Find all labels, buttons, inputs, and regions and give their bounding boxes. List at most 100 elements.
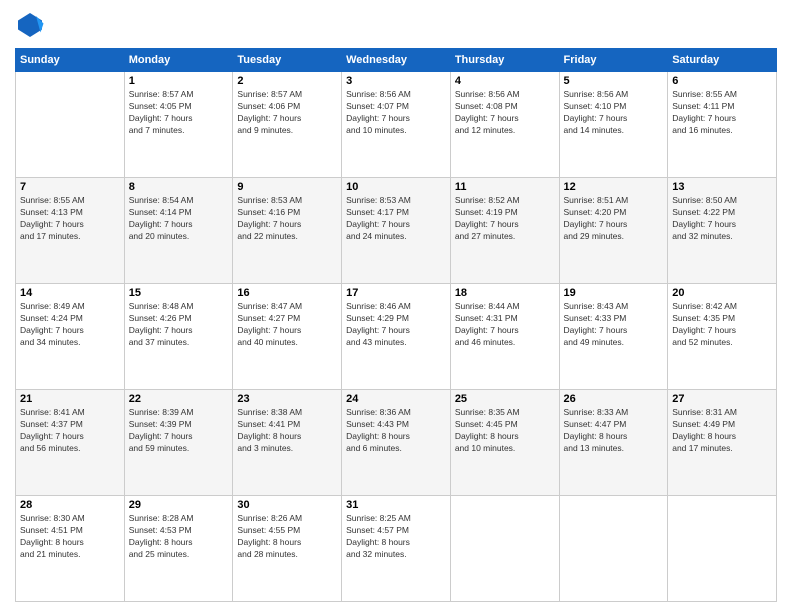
day-number: 7: [20, 181, 120, 193]
day-info: Sunrise: 8:43 AM Sunset: 4:33 PM Dayligh…: [564, 301, 664, 349]
day-of-week-header: Sunday: [16, 49, 125, 72]
calendar-week-row: 28Sunrise: 8:30 AM Sunset: 4:51 PM Dayli…: [16, 496, 777, 602]
calendar-cell: 25 Sunrise: 8:35 AM Sunset: 4:45 PM Dayli…: [450, 390, 559, 496]
calendar-cell: 8Sunrise: 8:54 AM Sunset: 4:14 PM Daylig…: [124, 178, 233, 284]
day-info: Sunrise: 8:53 AM Sunset: 4:16 PM Dayligh…: [237, 195, 337, 243]
calendar-cell: 15 Sunrise: 8:48 AM Sunset: 4:26 PM Dayli…: [124, 284, 233, 390]
calendar-week-row: 21Sunrise: 8:41 AM Sunset: 4:37 PM Dayli…: [16, 390, 777, 496]
day-info: Sunrise: 8:51 AM Sunset: 4:20 PM Dayligh…: [564, 195, 664, 243]
day-info: Sunrise: 8:48 AM Sunset: 4:26 PM Dayligh…: [129, 301, 229, 349]
day-number: 25: [455, 393, 555, 405]
day-of-week-header: Friday: [559, 49, 668, 72]
day-number: 10: [346, 181, 446, 193]
day-info: Sunrise: 8:26 AM Sunset: 4:55 PM Dayligh…: [237, 513, 337, 561]
calendar-cell: 30 Sunrise: 8:26 AM Sunset: 4:55 PM Dayli…: [233, 496, 342, 602]
day-of-week-header: Tuesday: [233, 49, 342, 72]
calendar-cell: 10 Sunrise: 8:53 AM Sunset: 4:17 PM Dayli…: [342, 178, 451, 284]
day-number: 19: [564, 287, 664, 299]
header: [15, 10, 777, 40]
day-number: 11: [455, 181, 555, 193]
day-number: 5: [564, 75, 664, 87]
day-info: Sunrise: 8:55 AM Sunset: 4:11 PM Dayligh…: [672, 89, 772, 137]
day-info: Sunrise: 8:33 AM Sunset: 4:47 PM Dayligh…: [564, 407, 664, 455]
day-number: 31: [346, 499, 446, 511]
day-number: 18: [455, 287, 555, 299]
day-number: 20: [672, 287, 772, 299]
calendar-cell: 1Sunrise: 8:57 AM Sunset: 4:05 PM Daylig…: [124, 72, 233, 178]
calendar-cell: 2 Sunrise: 8:57 AM Sunset: 4:06 PM Daylig…: [233, 72, 342, 178]
day-number: 2: [237, 75, 337, 87]
day-info: Sunrise: 8:50 AM Sunset: 4:22 PM Dayligh…: [672, 195, 772, 243]
day-info: Sunrise: 8:38 AM Sunset: 4:41 PM Dayligh…: [237, 407, 337, 455]
day-number: 21: [20, 393, 120, 405]
logo: [15, 10, 49, 40]
day-info: Sunrise: 8:56 AM Sunset: 4:08 PM Dayligh…: [455, 89, 555, 137]
calendar-cell: 22Sunrise: 8:39 AM Sunset: 4:39 PM Dayli…: [124, 390, 233, 496]
calendar-cell: 11 Sunrise: 8:52 AM Sunset: 4:19 PM Dayli…: [450, 178, 559, 284]
day-number: 8: [129, 181, 229, 193]
day-info: Sunrise: 8:35 AM Sunset: 4:45 PM Dayligh…: [455, 407, 555, 455]
day-info: Sunrise: 8:49 AM Sunset: 4:24 PM Dayligh…: [20, 301, 120, 349]
calendar-cell: 4 Sunrise: 8:56 AM Sunset: 4:08 PM Daylig…: [450, 72, 559, 178]
calendar-cell: 12 Sunrise: 8:51 AM Sunset: 4:20 PM Dayli…: [559, 178, 668, 284]
day-number: 13: [672, 181, 772, 193]
day-number: 24: [346, 393, 446, 405]
day-number: 22: [129, 393, 229, 405]
calendar-cell: 31 Sunrise: 8:25 AM Sunset: 4:57 PM Dayli…: [342, 496, 451, 602]
day-number: 15: [129, 287, 229, 299]
day-info: Sunrise: 8:42 AM Sunset: 4:35 PM Dayligh…: [672, 301, 772, 349]
day-info: Sunrise: 8:36 AM Sunset: 4:43 PM Dayligh…: [346, 407, 446, 455]
day-info: Sunrise: 8:25 AM Sunset: 4:57 PM Dayligh…: [346, 513, 446, 561]
calendar-cell: 26Sunrise: 8:33 AM Sunset: 4:47 PM Dayli…: [559, 390, 668, 496]
calendar-cell: 28Sunrise: 8:30 AM Sunset: 4:51 PM Dayli…: [16, 496, 125, 602]
day-number: 30: [237, 499, 337, 511]
calendar-cell: 13 Sunrise: 8:50 AM Sunset: 4:22 PM Dayli…: [668, 178, 777, 284]
calendar-cell: 19 Sunrise: 8:43 AM Sunset: 4:33 PM Dayli…: [559, 284, 668, 390]
day-info: Sunrise: 8:56 AM Sunset: 4:10 PM Dayligh…: [564, 89, 664, 137]
day-number: 27: [672, 393, 772, 405]
calendar-cell: [450, 496, 559, 602]
calendar-cell: 14 Sunrise: 8:49 AM Sunset: 4:24 PM Dayli…: [16, 284, 125, 390]
day-number: 14: [20, 287, 120, 299]
day-info: Sunrise: 8:28 AM Sunset: 4:53 PM Dayligh…: [129, 513, 229, 561]
day-number: 17: [346, 287, 446, 299]
day-info: Sunrise: 8:46 AM Sunset: 4:29 PM Dayligh…: [346, 301, 446, 349]
day-info: Sunrise: 8:57 AM Sunset: 4:05 PM Dayligh…: [129, 89, 229, 137]
day-info: Sunrise: 8:56 AM Sunset: 4:07 PM Dayligh…: [346, 89, 446, 137]
calendar-cell: 9 Sunrise: 8:53 AM Sunset: 4:16 PM Daylig…: [233, 178, 342, 284]
calendar-cell: 27 Sunrise: 8:31 AM Sunset: 4:49 PM Dayli…: [668, 390, 777, 496]
calendar-cell: [16, 72, 125, 178]
calendar-week-row: 1Sunrise: 8:57 AM Sunset: 4:05 PM Daylig…: [16, 72, 777, 178]
day-info: Sunrise: 8:53 AM Sunset: 4:17 PM Dayligh…: [346, 195, 446, 243]
day-number: 23: [237, 393, 337, 405]
calendar-week-row: 14 Sunrise: 8:49 AM Sunset: 4:24 PM Dayli…: [16, 284, 777, 390]
day-info: Sunrise: 8:57 AM Sunset: 4:06 PM Dayligh…: [237, 89, 337, 137]
day-number: 3: [346, 75, 446, 87]
calendar-cell: 5 Sunrise: 8:56 AM Sunset: 4:10 PM Daylig…: [559, 72, 668, 178]
calendar-cell: 23 Sunrise: 8:38 AM Sunset: 4:41 PM Dayli…: [233, 390, 342, 496]
calendar-cell: 6 Sunrise: 8:55 AM Sunset: 4:11 PM Daylig…: [668, 72, 777, 178]
page: SundayMondayTuesdayWednesdayThursdayFrid…: [0, 0, 792, 612]
calendar-table: SundayMondayTuesdayWednesdayThursdayFrid…: [15, 48, 777, 602]
day-number: 4: [455, 75, 555, 87]
day-of-week-header: Wednesday: [342, 49, 451, 72]
calendar-cell: 16Sunrise: 8:47 AM Sunset: 4:27 PM Dayli…: [233, 284, 342, 390]
day-info: Sunrise: 8:30 AM Sunset: 4:51 PM Dayligh…: [20, 513, 120, 561]
day-number: 9: [237, 181, 337, 193]
calendar-cell: 21Sunrise: 8:41 AM Sunset: 4:37 PM Dayli…: [16, 390, 125, 496]
calendar-cell: [559, 496, 668, 602]
calendar-week-row: 7 Sunrise: 8:55 AM Sunset: 4:13 PM Daylig…: [16, 178, 777, 284]
day-number: 12: [564, 181, 664, 193]
day-info: Sunrise: 8:47 AM Sunset: 4:27 PM Dayligh…: [237, 301, 337, 349]
calendar-header-row: SundayMondayTuesdayWednesdayThursdayFrid…: [16, 49, 777, 72]
day-of-week-header: Monday: [124, 49, 233, 72]
day-info: Sunrise: 8:31 AM Sunset: 4:49 PM Dayligh…: [672, 407, 772, 455]
day-of-week-header: Thursday: [450, 49, 559, 72]
day-info: Sunrise: 8:52 AM Sunset: 4:19 PM Dayligh…: [455, 195, 555, 243]
calendar-cell: 29Sunrise: 8:28 AM Sunset: 4:53 PM Dayli…: [124, 496, 233, 602]
calendar-cell: 17 Sunrise: 8:46 AM Sunset: 4:29 PM Dayli…: [342, 284, 451, 390]
day-number: 6: [672, 75, 772, 87]
day-info: Sunrise: 8:44 AM Sunset: 4:31 PM Dayligh…: [455, 301, 555, 349]
logo-icon: [15, 10, 45, 40]
day-info: Sunrise: 8:55 AM Sunset: 4:13 PM Dayligh…: [20, 195, 120, 243]
